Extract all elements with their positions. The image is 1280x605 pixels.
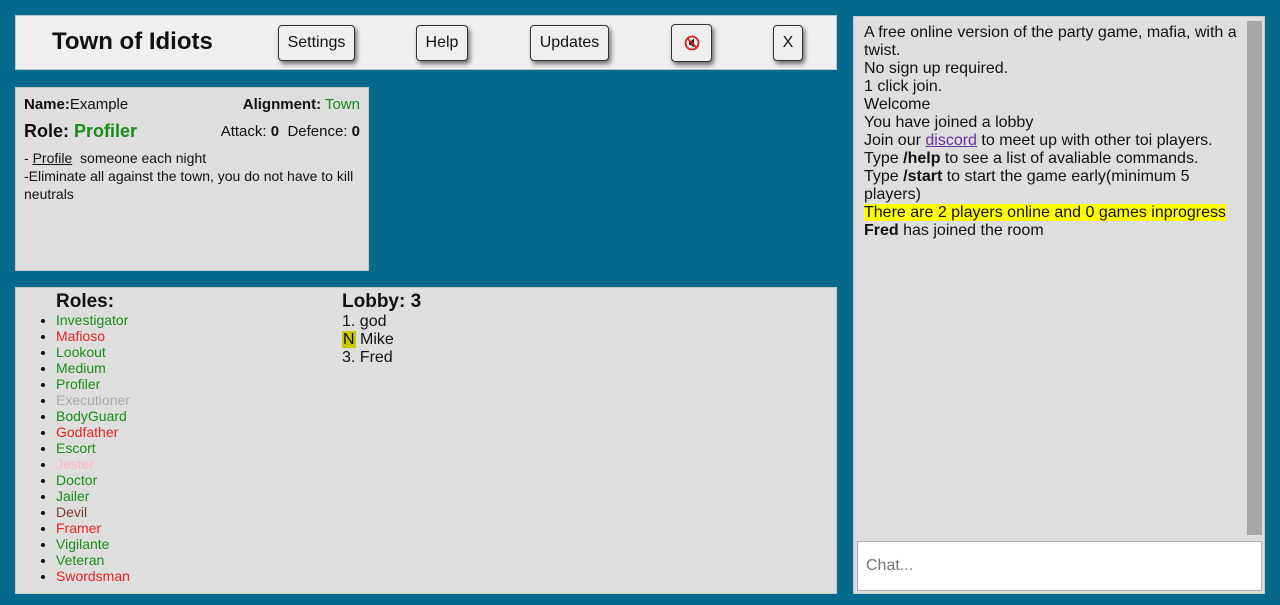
msg-text: Type (864, 150, 904, 167)
player-name: Mike (360, 331, 394, 348)
chat-message: There are 2 players online and 0 games i… (864, 204, 1244, 222)
status-highlight: There are 2 players online and 0 games i… (864, 204, 1226, 221)
goal-text: -Eliminate all against the town, you do … (24, 168, 354, 202)
chat-message: Welcome (864, 96, 931, 113)
chat-message: No sign up required. (864, 60, 1009, 77)
chat-message: You have joined a lobby (864, 114, 1034, 131)
role-description: - Profile someone each night -Eliminate … (24, 149, 360, 203)
alignment-value: Town (324, 96, 360, 113)
game-info-panel: Roles: InvestigatorMafiosoLookoutMediumP… (15, 287, 837, 594)
player-number: 1. (342, 313, 356, 330)
chat-scrollbar[interactable] (1247, 21, 1262, 535)
lobby-player: 3. Fred (342, 349, 394, 367)
header-bar: Town of Idiots Settings Help Updates X (15, 15, 837, 70)
msg-text: to see a list of avaliable commands. (940, 150, 1199, 167)
player-name: Fred (864, 222, 899, 239)
roles-title: Roles: (56, 291, 115, 312)
lobby-player: 1. god (342, 313, 394, 331)
role-item: Escort (56, 440, 130, 456)
ability-link[interactable]: Profile (33, 150, 73, 166)
lobby-title: Lobby: 3 (342, 291, 422, 312)
player-name: Fred (359, 349, 393, 366)
lobby-player-list: 1. god N Mike 3. Fred (342, 313, 394, 367)
role-item: Devil (56, 504, 130, 520)
role-item: BodyGuard (56, 408, 130, 424)
role-item: Lookout (56, 344, 130, 360)
name-value: Example (69, 96, 129, 113)
chat-input[interactable] (857, 541, 1262, 591)
alignment-label: Alignment: (242, 96, 322, 113)
chat-message: Type /help to see a list of avaliable co… (864, 150, 1244, 168)
updates-button[interactable]: Updates (530, 25, 609, 61)
role-item: Jailer (56, 488, 130, 504)
sound-muted-icon (684, 35, 700, 51)
msg-text: Join our (864, 132, 926, 149)
help-button[interactable]: Help (416, 25, 468, 61)
player-name: god (359, 313, 387, 330)
msg-text: Type (864, 168, 904, 185)
role-item: Vigilante (56, 536, 130, 552)
ability-text: someone each night (72, 150, 207, 166)
roles-list: InvestigatorMafiosoLookoutMediumProfiler… (38, 312, 130, 584)
player-alignment: Alignment: Town (243, 96, 360, 113)
name-label: Name: (24, 96, 70, 113)
defence-value: 0 (351, 123, 360, 140)
chat-log: A free online version of the party game,… (864, 24, 1244, 240)
role-item: Jester (56, 456, 130, 472)
role-item: Profiler (56, 376, 130, 392)
role-item: Mafioso (56, 328, 130, 344)
settings-button[interactable]: Settings (278, 25, 355, 61)
role-label: Role: (24, 121, 69, 141)
chat-message: Type /start to start the game early(mini… (864, 168, 1244, 204)
player-role: Role: Profiler (24, 121, 137, 142)
role-item: Framer (56, 520, 130, 536)
mute-button[interactable] (671, 24, 712, 62)
command-text: /help (903, 150, 941, 167)
role-item: Medium (56, 360, 130, 376)
role-item: Investigator (56, 312, 130, 328)
player-number: 3. (342, 349, 356, 366)
attack-value: 0 (270, 123, 280, 140)
chat-panel: A free online version of the party game,… (853, 16, 1265, 594)
chat-message: Join our discord to meet up with other t… (864, 132, 1244, 150)
app-title: Town of Idiots (52, 28, 213, 55)
command-text: /start (903, 168, 943, 185)
lobby-player: N Mike (342, 331, 394, 349)
close-button[interactable]: X (773, 25, 803, 61)
msg-text: to meet up with other toi players. (976, 132, 1213, 149)
defence-label: Defence: (287, 123, 348, 140)
chat-message: 1 click join. (864, 78, 943, 95)
role-item: Veteran (56, 552, 130, 568)
attack-label: Attack: (220, 123, 267, 140)
chat-message: A free online version of the party game,… (864, 24, 1237, 59)
role-item: Doctor (56, 472, 130, 488)
player-info-card: Name:Example Alignment: Town Role: Profi… (15, 87, 369, 271)
role-value: Profiler (74, 121, 138, 141)
player-name: Name:Example (24, 96, 128, 113)
role-item: Executioner (56, 392, 130, 408)
discord-link[interactable]: discord (925, 132, 977, 149)
msg-text: has joined the room (898, 222, 1044, 239)
role-item: Swordsman (56, 568, 130, 584)
chat-message: Fred has joined the room (864, 222, 1244, 240)
player-stats: Attack: 0 Defence: 0 (221, 123, 360, 140)
ability-prefix: - (24, 150, 33, 166)
player-tag-badge: N (342, 331, 356, 348)
ability-line: - Profile someone each night (24, 149, 360, 167)
role-item: Godfather (56, 424, 130, 440)
